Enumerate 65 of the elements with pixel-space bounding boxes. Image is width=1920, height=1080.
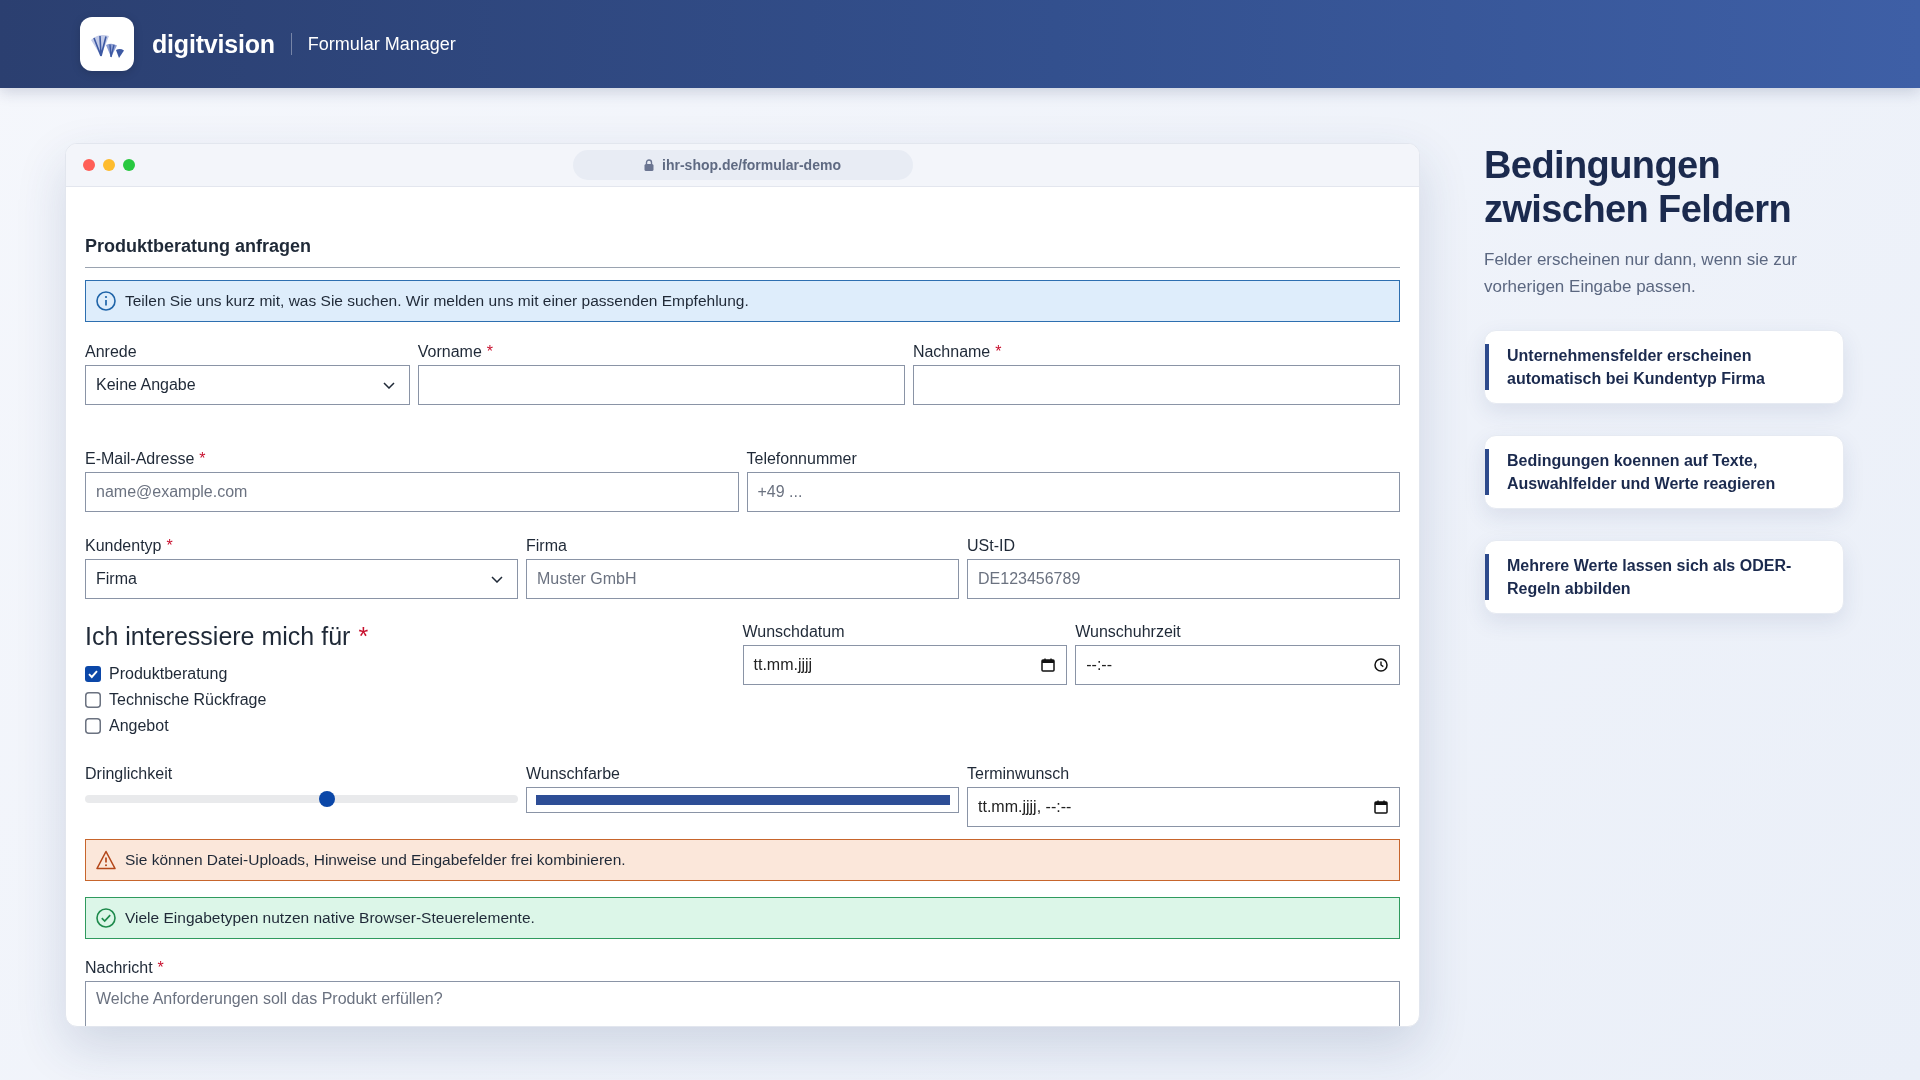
- required-mark: *: [166, 536, 173, 555]
- chevron-down-icon: [491, 575, 503, 583]
- checkbox[interactable]: [85, 692, 101, 708]
- slider-thumb[interactable]: [318, 791, 335, 807]
- alert-text: Sie können Datei-Uploads, Hinweise und Eingabefelder frei kombinieren.: [125, 850, 626, 870]
- field-label: Wunschdatum: [742, 622, 845, 641]
- chevron-down-icon: [382, 381, 395, 389]
- product-name: Formular Manager: [307, 33, 456, 55]
- warning-icon: [96, 850, 116, 870]
- feature-text: Unternehmensfelder erscheinen automatisch bei Kundentyp Firma: [1485, 344, 1825, 390]
- alert-text: Teilen Sie uns kurz mit, was Sie suchen. Wir melden uns mit einer passenden Empfehlung.: [125, 291, 749, 311]
- required-mark: *: [486, 342, 494, 361]
- required-mark: *: [995, 342, 1002, 361]
- field-label: Wunschfarbe: [526, 764, 620, 783]
- text-field[interactable]: [912, 365, 1400, 405]
- date-field[interactable]: tt.mm.jjjj: [742, 645, 1068, 685]
- dropdown[interactable]: Firma: [85, 559, 518, 599]
- calendar-icon: [1374, 800, 1388, 814]
- field-label: Terminwunsch: [967, 764, 1070, 783]
- close-icon[interactable]: [83, 159, 95, 171]
- message-field[interactable]: Welche Anforderungen soll das Produkt erfüllen?: [85, 981, 1400, 1026]
- field-label: USt-ID: [967, 536, 1015, 555]
- form-title: Produktberatung anfragen: [85, 235, 1400, 268]
- checkbox[interactable]: [85, 718, 101, 734]
- field-label: Dringlichkeit: [85, 764, 173, 783]
- check-circle-icon: [96, 908, 116, 928]
- field-label: Nachricht: [85, 958, 153, 977]
- address-bar[interactable]: ihr-shop.de/formular-demo: [572, 150, 913, 180]
- field-label: Vorname: [417, 342, 482, 361]
- field-label: Anrede: [85, 342, 137, 361]
- required-mark: *: [199, 449, 206, 468]
- required-mark: *: [157, 958, 164, 977]
- checkbox[interactable]: [85, 666, 101, 682]
- calendar-icon: [1041, 658, 1056, 672]
- logo-icon: [80, 17, 134, 71]
- color-picker[interactable]: [526, 787, 959, 813]
- text-field[interactable]: +49 ...: [746, 472, 1400, 512]
- lock-icon: [644, 159, 655, 171]
- feature-text: Mehrere Werte lassen sich als ODER-Regeln abbilden: [1485, 554, 1825, 600]
- panel-title: Bedingungen zwischen Feldern: [1484, 143, 1793, 231]
- field-label: Nachname: [912, 342, 991, 361]
- text-field[interactable]: [417, 365, 905, 405]
- dropdown[interactable]: Keine Angabe: [85, 365, 410, 405]
- required-mark: *: [358, 622, 369, 650]
- info-icon: [96, 291, 116, 311]
- time-field[interactable]: --:--: [1075, 645, 1400, 685]
- field-label: Kundentyp: [85, 536, 162, 555]
- text-field[interactable]: DE123456789: [967, 559, 1400, 599]
- checkbox-label[interactable]: Technische Rückfrage: [109, 691, 267, 709]
- checkbox-label[interactable]: Angebot: [109, 717, 169, 735]
- checkbox-label[interactable]: Produktberatung: [109, 665, 228, 683]
- clock-icon: [1374, 658, 1388, 672]
- feature-text: Bedingungen koennen auf Texte, Auswahlfelder und Werte reagieren: [1485, 449, 1825, 495]
- datetime-field[interactable]: tt.mm.jjjj, --:--: [967, 787, 1400, 827]
- field-label: Wunschuhrzeit: [1075, 622, 1181, 641]
- brand-name: digitvision: [152, 29, 275, 59]
- slider-track[interactable]: [85, 791, 518, 807]
- field-label: Firma: [526, 536, 567, 555]
- panel-description: Felder erscheinen nur dann, wenn sie zur vorherigen Eingabe passen.: [1484, 249, 1798, 298]
- alert-text: Viele Eingabetypen nutzen native Browser-Steuerelemente.: [125, 908, 535, 928]
- field-label: Telefonnummer: [746, 449, 857, 468]
- text-field[interactable]: name@example.com: [85, 472, 739, 512]
- group-heading: Ich interessiere mich für: [85, 622, 351, 650]
- field-label: E-Mail-Adresse: [85, 449, 195, 468]
- text-field[interactable]: Muster GmbH: [526, 559, 959, 599]
